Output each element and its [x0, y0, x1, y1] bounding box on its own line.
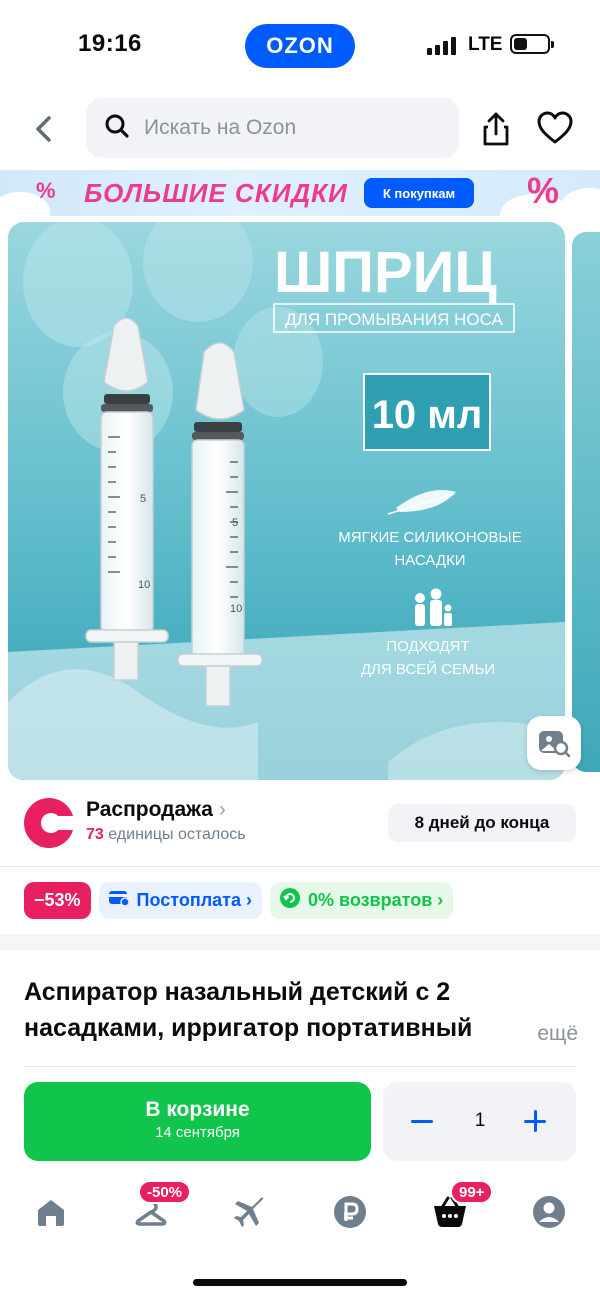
banner-headline: БОЛЬШИЕ СКИДКИ: [84, 178, 348, 208]
product-gallery[interactable]: 5 10 5 10 ШПРИЦ ДЛЯ ПРОМЫВАНИЯ НОСА 10 м…: [0, 222, 600, 780]
divider: [24, 1066, 576, 1067]
quantity-stepper: 1: [383, 1082, 576, 1161]
catalog-discount-badge: -50%: [138, 1180, 192, 1204]
discount-badge: −53%: [24, 882, 91, 919]
return-icon: [280, 888, 300, 913]
top-bar: Искать на Ozon: [0, 96, 600, 162]
product-image[interactable]: 5 10 5 10 ШПРИЦ ДЛЯ ПРОМЫВАНИЯ НОСА 10 м…: [8, 222, 565, 780]
feature1-line2: НАСАДКИ: [394, 552, 465, 569]
syringe2-mark-5: 5: [232, 517, 238, 529]
divider: [0, 866, 600, 867]
ozon-app-pill[interactable]: OZON: [245, 24, 355, 68]
image-title: ШПРИЦ: [274, 240, 497, 305]
favorite-heart-icon[interactable]: [536, 110, 574, 146]
feature2-line1: ПОДХОДЯТ: [386, 638, 469, 655]
image-subtitle: ДЛЯ ПРОМЫВАНИЯ НОСА: [285, 310, 503, 329]
postpay-badge[interactable]: Постоплата ›: [98, 882, 262, 919]
next-image-peek[interactable]: [572, 232, 600, 772]
decrease-button[interactable]: [411, 1120, 433, 1123]
back-icon[interactable]: [30, 114, 60, 144]
sale-logo-icon: [24, 798, 74, 848]
share-icon[interactable]: [478, 110, 514, 148]
quantity-value: 1: [474, 1110, 486, 1131]
network-label: LTE: [468, 34, 503, 55]
syringe2-mark-10: 10: [230, 603, 242, 615]
sale-row[interactable]: Распродажа › 73 единицы осталось 8 дней …: [0, 792, 600, 862]
promo-banner[interactable]: % БОЛЬШИЕ СКИДКИ К покупкам %: [0, 170, 600, 216]
sale-days-left: 8 дней до конца: [388, 804, 576, 842]
card-icon: [108, 890, 130, 911]
visual-search-icon[interactable]: [527, 716, 581, 770]
syringe1-mark-10: 10: [138, 579, 150, 591]
battery-icon: [510, 34, 554, 54]
cart-count-badge: 99+: [450, 1180, 494, 1204]
delivery-date: 14 сентября: [155, 1124, 240, 1141]
syringe1-mark-5: 5: [140, 493, 146, 505]
badge-row: −53% Постоплата › 0% возвратов ›: [24, 882, 454, 919]
search-field[interactable]: Искать на Ozon: [86, 98, 459, 158]
banner-shop-button[interactable]: К покупкам: [364, 178, 474, 208]
more-link[interactable]: ещё: [468, 1019, 578, 1053]
banner-percent-right: %: [527, 170, 560, 211]
signal-icon: [427, 37, 456, 55]
in-cart-label: В корзине: [145, 1098, 250, 1121]
section-separator: [0, 934, 600, 950]
banner-percent-left: %: [36, 178, 56, 203]
search-placeholder: Искать на Ozon: [144, 116, 297, 139]
returns-badge[interactable]: 0% возвратов ›: [270, 882, 454, 919]
in-cart-button[interactable]: В корзине 14 сентября: [24, 1082, 371, 1161]
finance-ruble-icon[interactable]: [330, 1192, 370, 1232]
sale-title[interactable]: Распродажа ›: [86, 798, 226, 822]
profile-icon[interactable]: [529, 1192, 569, 1232]
image-volume: 10 мл: [372, 393, 483, 437]
home-indicator: [193, 1279, 407, 1286]
status-time: 19:16: [78, 30, 142, 57]
search-icon: [104, 113, 130, 144]
sale-remaining: 73 единицы осталось: [86, 826, 246, 843]
feature1-line1: МЯГКИЕ СИЛИКОНОВЫЕ: [338, 529, 521, 546]
increase-button[interactable]: [524, 1110, 546, 1132]
bottom-nav: -50% 99+: [0, 1178, 600, 1248]
home-icon[interactable]: [31, 1192, 71, 1232]
feature2-line2: ДЛЯ ВСЕЙ СЕМЬИ: [361, 660, 495, 678]
travel-plane-icon[interactable]: [230, 1192, 270, 1232]
status-bar: 19:16 OZON LTE: [0, 0, 600, 90]
